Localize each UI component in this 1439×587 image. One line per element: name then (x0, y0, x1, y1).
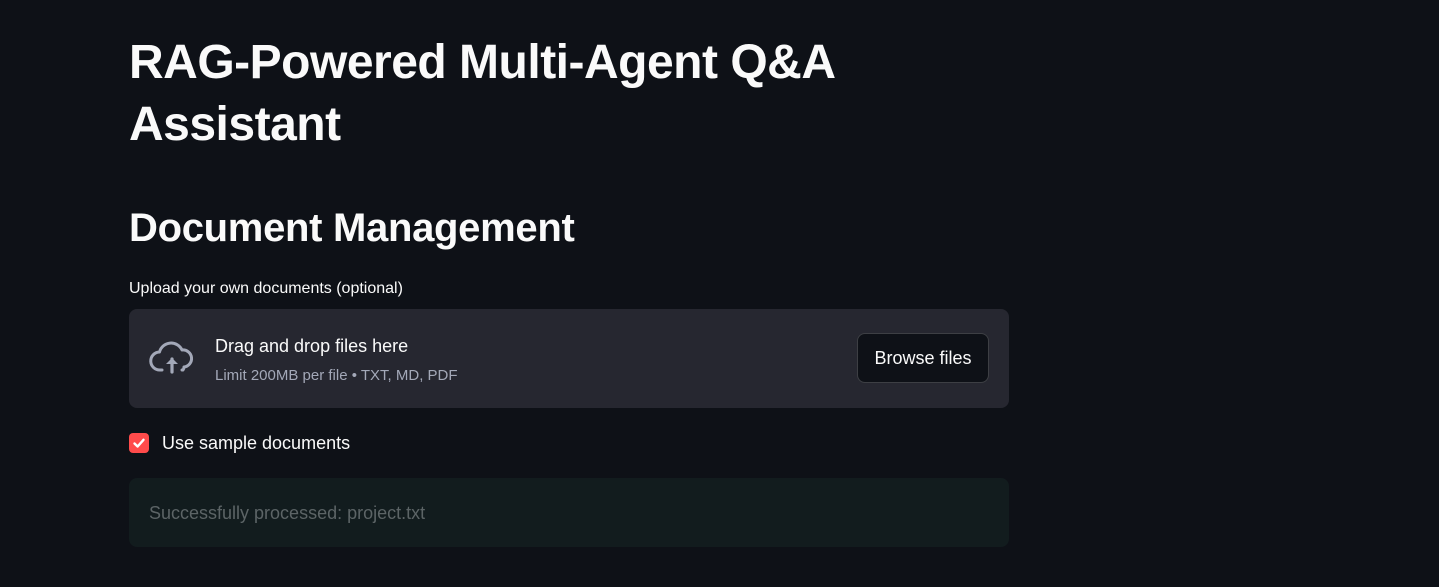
use-sample-documents-checkbox[interactable]: Use sample documents (129, 432, 350, 454)
section-title-document-management: Document Management (129, 206, 575, 250)
file-dropzone[interactable]: Drag and drop files here Limit 200MB per… (129, 309, 1009, 408)
dropzone-limit-text: Limit 200MB per file • TXT, MD, PDF (215, 367, 458, 384)
success-alert: Successfully processed: project.txt (129, 478, 1009, 547)
file-uploader-label: Upload your own documents (optional) (129, 280, 403, 297)
page-title: RAG-Powered Multi-Agent Q&A Assistant (129, 36, 834, 151)
checkmark-icon (133, 438, 145, 448)
browse-files-button[interactable]: Browse files (857, 333, 989, 383)
success-message: Successfully processed: project.txt (149, 503, 426, 523)
checkbox-box[interactable] (129, 433, 149, 453)
dropzone-instruction: Drag and drop files here (215, 336, 409, 356)
checkbox-label: Use sample documents (162, 433, 351, 453)
cloud-upload-icon (149, 341, 193, 374)
